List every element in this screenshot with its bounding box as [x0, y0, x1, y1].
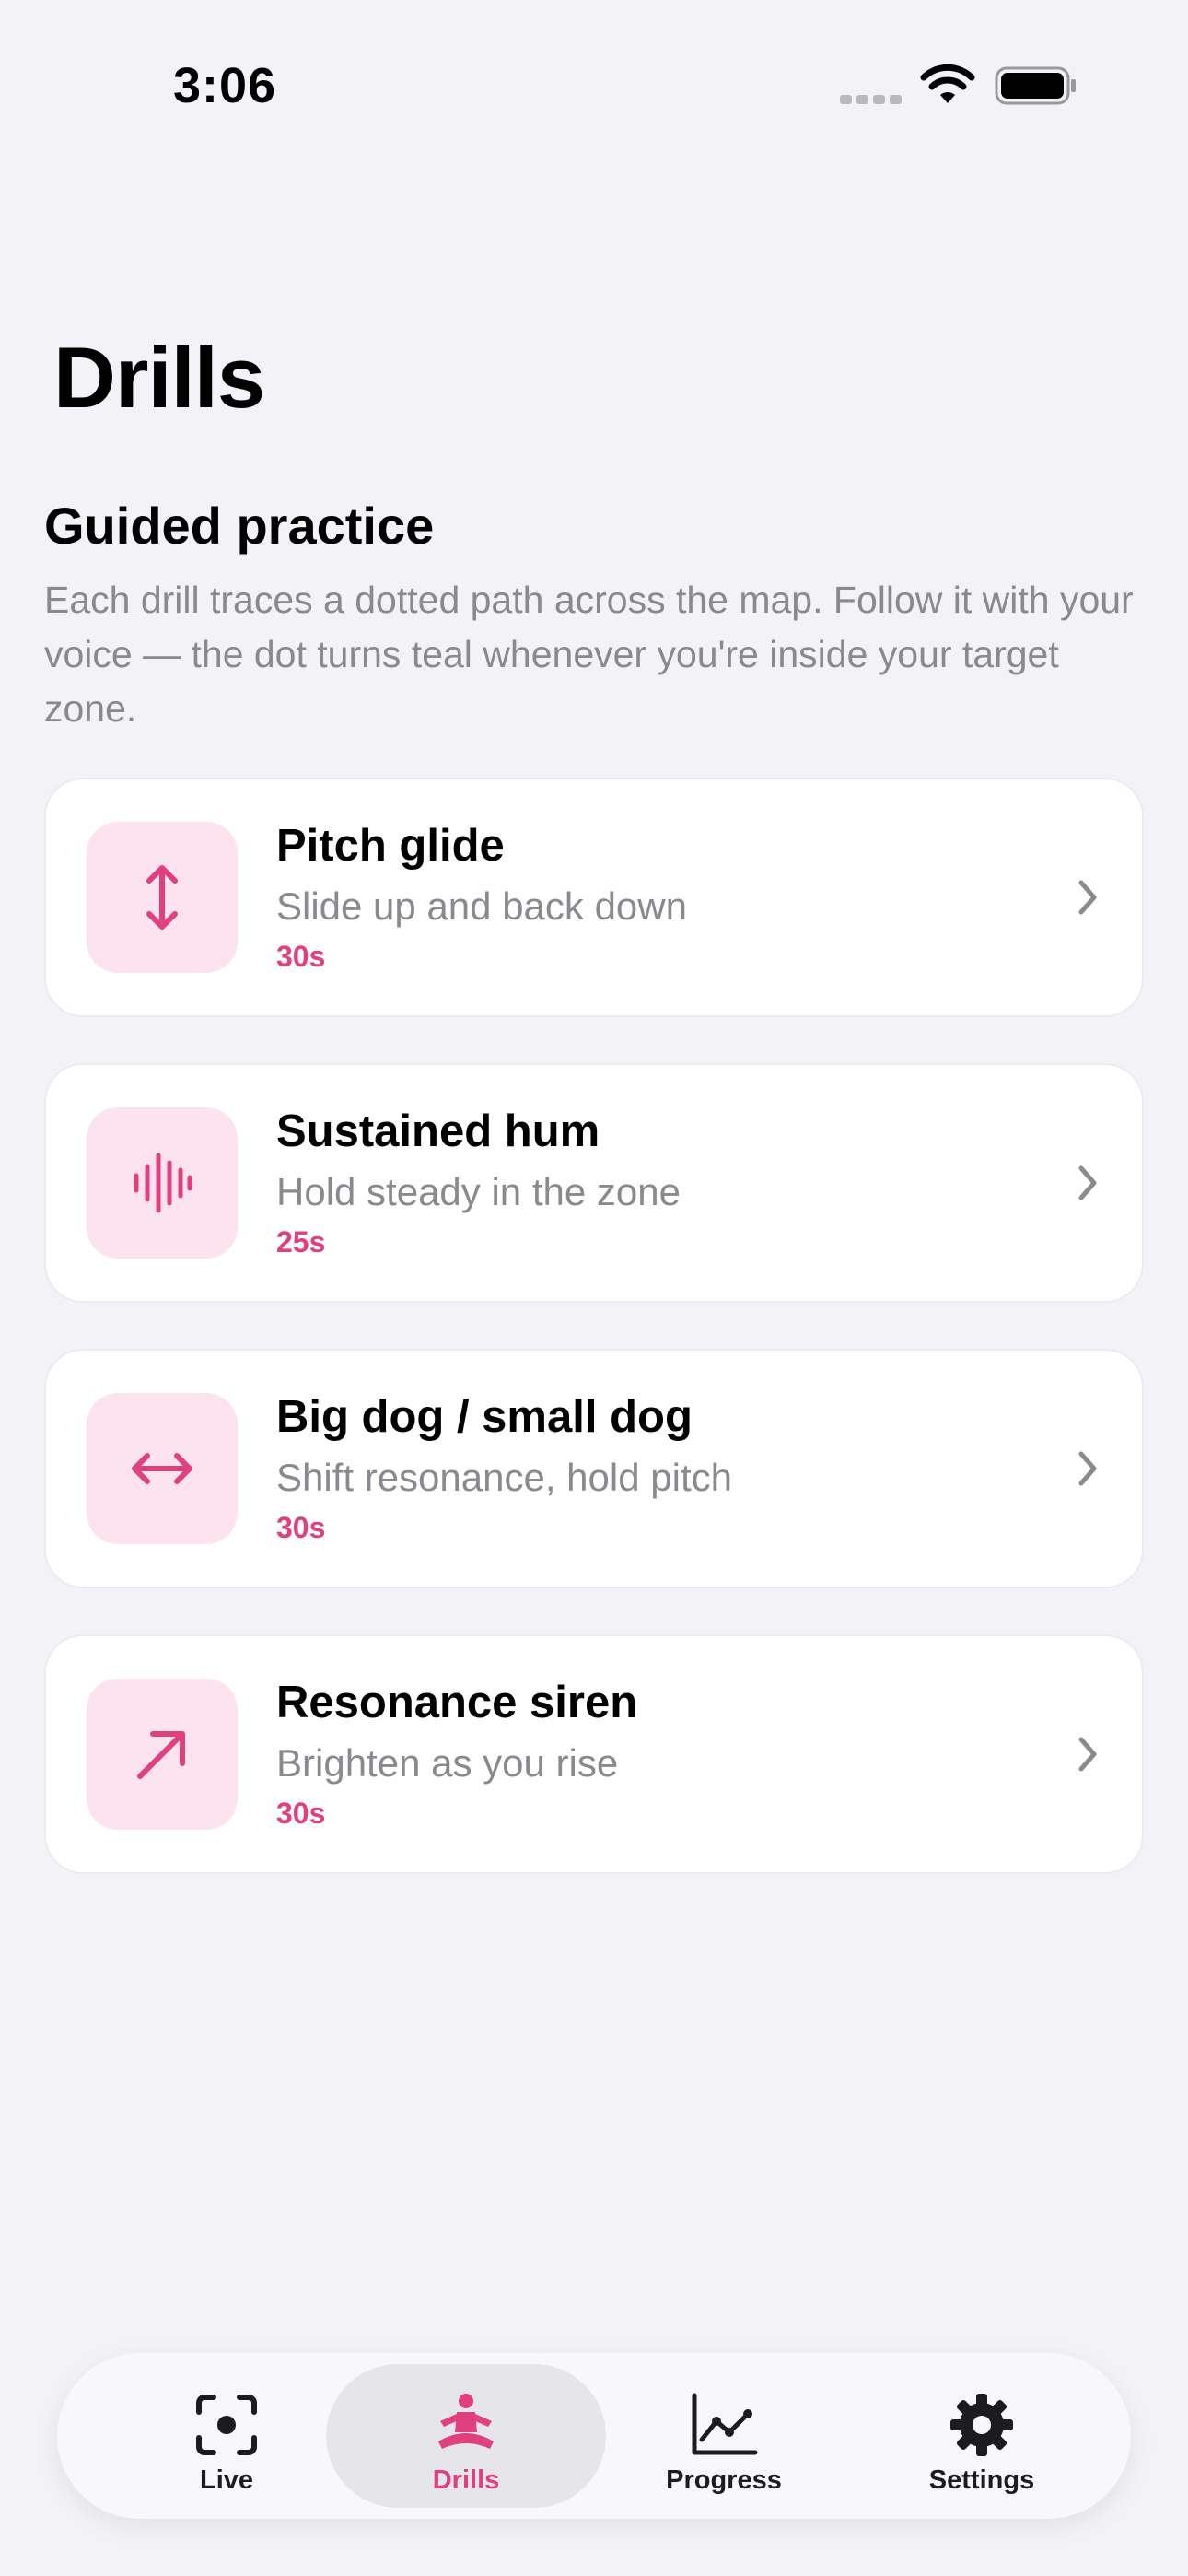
chevron-right-icon [1078, 1737, 1097, 1772]
drill-title: Resonance siren [276, 1678, 638, 1727]
drill-icon-tile [87, 822, 238, 973]
drill-card-resonance-siren[interactable]: Resonance siren Brighten as you rise 30s [46, 1636, 1142, 1872]
chevron-right-icon [1078, 1451, 1097, 1486]
tab-label: Progress [666, 2465, 782, 2495]
status-time: 3:06 [173, 58, 277, 113]
page-title: Drills [53, 329, 265, 426]
tab-bar: Live Drills Progress Settings [57, 2353, 1131, 2519]
drill-subtitle: Shift resonance, hold pitch [276, 1456, 732, 1499]
line-chart-icon [692, 2393, 758, 2455]
drill-list: Pitch glide Slide up and back down 30s S… [46, 779, 1142, 1922]
meditation-figure-icon [438, 2394, 494, 2449]
drill-duration: 25s [276, 1225, 326, 1259]
tab-label: Live [199, 2465, 254, 2495]
drill-duration: 30s [276, 1511, 326, 1544]
chevron-right-icon [1078, 880, 1097, 915]
status-bar: 3:06 [0, 0, 1188, 175]
drill-title: Pitch glide [276, 821, 505, 871]
vertical-arrows-icon [146, 865, 178, 930]
gear-icon [950, 2394, 1013, 2456]
drill-subtitle: Hold steady in the zone [276, 1170, 681, 1213]
battery-icon [995, 66, 1076, 105]
drill-title: Sustained hum [276, 1107, 600, 1156]
waveform-icon [134, 1153, 192, 1213]
cellular-signal-icon [840, 92, 906, 109]
drill-card-big-dog-small-dog[interactable]: Big dog / small dog Shift resonance, hol… [46, 1351, 1142, 1587]
drill-icon-tile [87, 1393, 238, 1544]
drill-title: Big dog / small dog [276, 1392, 693, 1442]
drill-card-sustained-hum[interactable]: Sustained hum Hold steady in the zone 25… [46, 1065, 1142, 1301]
camera-viewfinder-icon [196, 2395, 257, 2455]
tab-label: Drills [432, 2465, 500, 2495]
tab-drills[interactable]: Drills [326, 2364, 606, 2508]
chevron-right-icon [1078, 1165, 1097, 1200]
drill-card-pitch-glide[interactable]: Pitch glide Slide up and back down 30s [46, 779, 1142, 1015]
drill-subtitle: Brighten as you rise [276, 1741, 619, 1785]
horizontal-arrows-icon [132, 1453, 192, 1484]
wifi-icon [920, 64, 975, 103]
section-title: Guided practice [44, 497, 435, 555]
drill-icon-tile [87, 1107, 238, 1259]
section-description: Each drill traces a dotted path across t… [44, 579, 1134, 730]
drill-duration: 30s [276, 940, 326, 973]
arrow-up-right-icon [137, 1731, 185, 1779]
drill-icon-tile [87, 1679, 238, 1830]
tab-progress[interactable]: Progress [595, 2364, 853, 2508]
tab-live[interactable]: Live [98, 2364, 355, 2508]
drill-subtitle: Slide up and back down [276, 884, 687, 928]
tab-settings[interactable]: Settings [853, 2364, 1111, 2508]
tab-label: Settings [928, 2465, 1035, 2495]
drill-duration: 30s [276, 1797, 326, 1830]
